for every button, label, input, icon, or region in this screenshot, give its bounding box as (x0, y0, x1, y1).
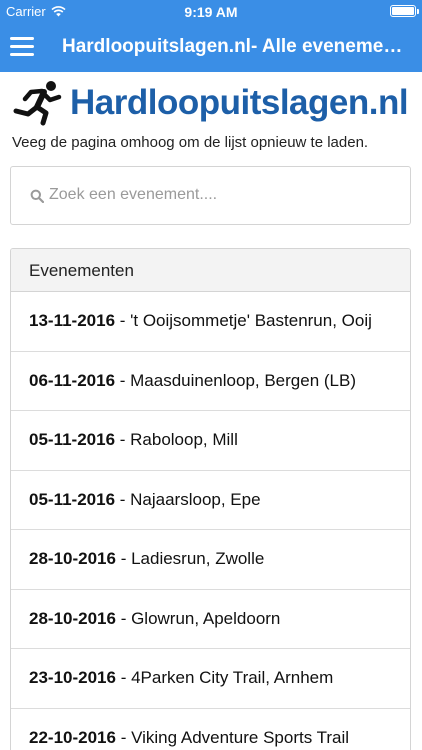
search-box[interactable] (10, 166, 411, 225)
search-icon (30, 189, 44, 203)
list-header: Evenementen (11, 249, 410, 292)
page-title: Hardloopuitslagen.nl- Alle evenementen (62, 36, 412, 57)
event-date: 05-11-2016 (29, 430, 116, 450)
event-name: - Najaarsloop, Epe (115, 489, 261, 509)
list-item[interactable]: 06-11-2016 - Maasduinenloop, Bergen (LB) (11, 352, 410, 411)
event-date: 28-10-2016 (29, 608, 116, 628)
event-name: - Ladiesrun, Zwolle (115, 549, 265, 569)
navigation-bar: Hardloopuitslagen.nl- Alle evenementen (0, 24, 422, 72)
list-item[interactable]: 23-10-2016 - 4Parken City Trail, Arnhem (11, 649, 410, 709)
event-name: - 4Parken City Trail, Arnhem (115, 668, 334, 688)
list-item[interactable]: 28-10-2016 - Ladiesrun, Zwolle (11, 530, 410, 590)
list-item[interactable]: 13-11-2016 - 't Ooijsommetje' Bastenrun,… (11, 292, 410, 352)
site-logo: Hardloopuitslagen.nl (12, 80, 409, 126)
event-name: - Maasduinenloop, Bergen (LB) (115, 370, 357, 390)
event-name: - Raboloop, Mill (115, 430, 238, 450)
logo-text: Hardloopuitslagen.nl (70, 83, 409, 122)
search-input[interactable] (49, 175, 399, 215)
battery-icon (390, 5, 419, 17)
event-name: - 't Ooijsommetje' Bastenrun, Ooij (115, 311, 372, 331)
event-date: 22-10-2016 (29, 727, 116, 747)
status-right (390, 5, 419, 17)
list-item[interactable]: 05-11-2016 - Najaarsloop, Epe (11, 471, 410, 530)
refresh-hint: Veeg de pagina omhoog om de lijst opnieu… (12, 134, 369, 151)
runner-icon (13, 81, 62, 126)
list-item[interactable]: 05-11-2016 - Raboloop, Mill (11, 411, 410, 471)
event-name: - Glowrun, Apeldoorn (115, 608, 281, 628)
menu-icon[interactable] (10, 37, 34, 59)
list-item[interactable]: 22-10-2016 - Viking Adventure Sports Tra… (11, 709, 410, 750)
event-date: 06-11-2016 (29, 370, 116, 390)
status-bar: Carrier 9:19 AM (0, 0, 422, 24)
event-name: - Viking Adventure Sports Trail (115, 727, 350, 747)
event-date: 23-10-2016 (29, 668, 116, 688)
list-item[interactable]: 28-10-2016 - Glowrun, Apeldoorn (11, 590, 410, 649)
status-time: 9:19 AM (184, 4, 238, 20)
event-date: 05-11-2016 (29, 489, 116, 509)
events-list: Evenementen 13-11-2016 - 't Ooijsommetje… (10, 248, 411, 750)
event-date: 28-10-2016 (29, 549, 116, 569)
event-date: 13-11-2016 (29, 311, 116, 331)
